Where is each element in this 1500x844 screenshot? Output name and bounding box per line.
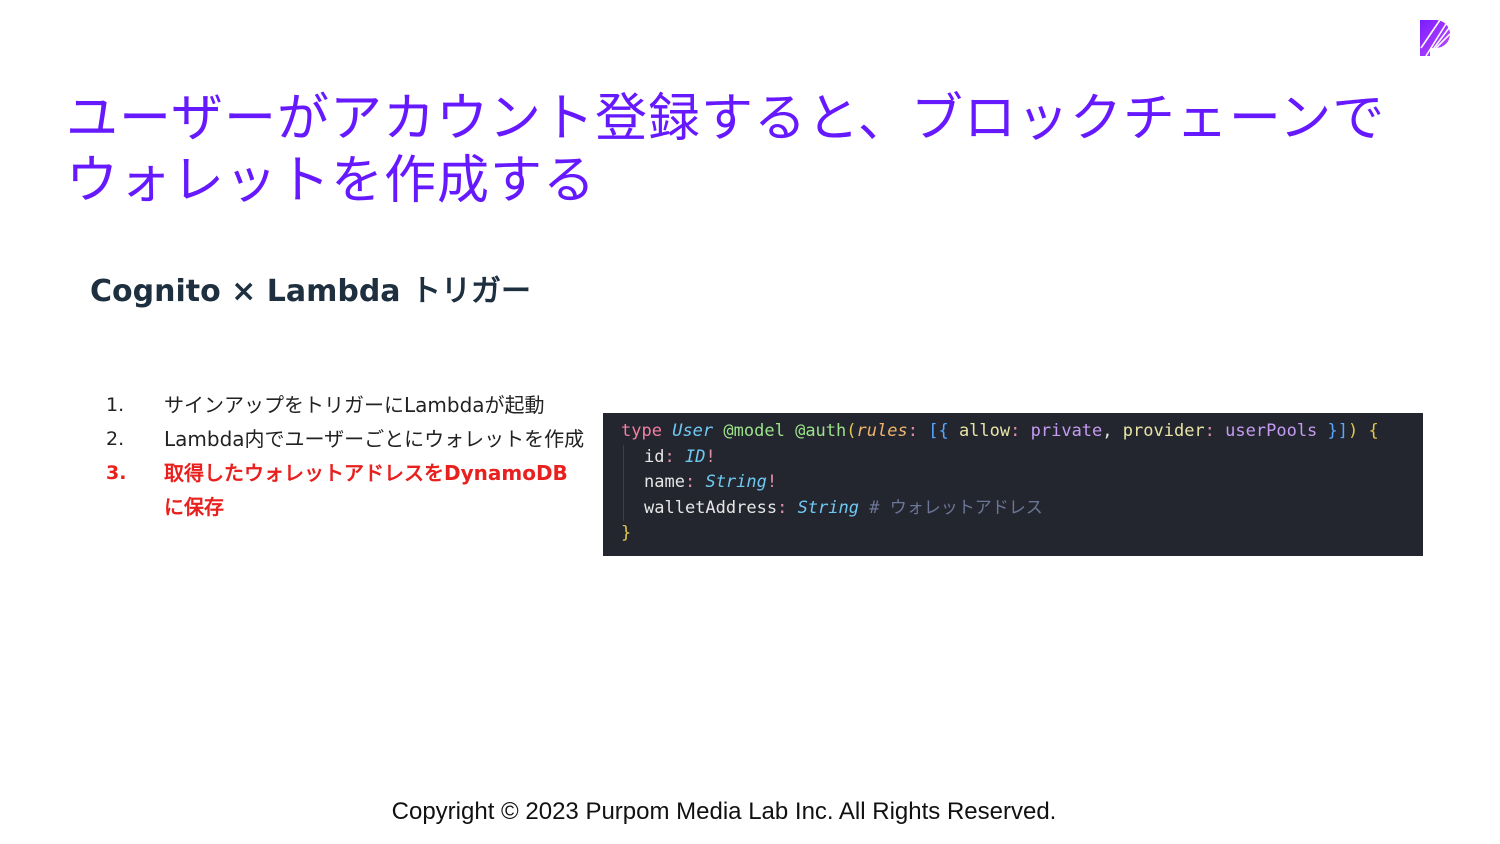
copyright-footer: Copyright © 2023 Purpom Media Lab Inc. A…	[391, 798, 1057, 825]
code-token: !	[766, 472, 778, 492]
code-token: provider	[1122, 421, 1205, 441]
step-item-3: 3. 取得したウォレットアドレスをDynamoDBに保存	[106, 456, 586, 524]
slide-title-line-2: ウォレットを作成する	[66, 151, 597, 211]
steps-list: 1. サインアップをトリガーにLambdaが起動 2. Lambda内でユーザー…	[106, 388, 586, 524]
code-token: allow	[958, 421, 1011, 441]
code-token: :	[907, 421, 918, 441]
code-token: @auth	[795, 421, 847, 441]
code-token: !	[705, 446, 716, 467]
step-text: サインアップをトリガーにLambdaが起動	[164, 393, 545, 417]
code-token: [{	[928, 421, 949, 441]
code-line-5: }	[621, 521, 1405, 547]
code-token: private	[1030, 421, 1103, 441]
purpom-logo-icon	[1420, 19, 1451, 57]
slide-title-line-1: ユーザーがアカウント登録すると、ブロックチェーンで	[66, 89, 1386, 149]
code-line-4: walletAddress: String # ウォレットアドレス	[623, 495, 1405, 521]
code-token: walletAddress	[644, 497, 778, 518]
code-block: type User @model @auth(rules: [{ allow: …	[603, 413, 1423, 556]
code-token: }]	[1327, 421, 1349, 441]
code-token: @model	[723, 421, 785, 441]
code-line-1: type User @model @auth(rules: [{ allow: …	[621, 421, 1379, 441]
step-item-2: 2. Lambda内でユーザーごとにウォレットを作成	[106, 422, 586, 456]
code-token: name	[644, 472, 685, 492]
step-text: 取得したウォレットアドレスをDynamoDBに保存	[164, 461, 568, 519]
code-token: }	[621, 523, 632, 543]
slide-title: ユーザーがアカウント登録すると、ブロックチェーンで ウォレットを作成する	[66, 88, 1426, 212]
step-number: 3.	[106, 462, 127, 484]
code-token: userPools	[1225, 421, 1318, 441]
step-text: Lambda内でユーザーごとにウォレットを作成	[164, 427, 585, 451]
code-token: ,	[1102, 421, 1113, 441]
code-token: )	[1348, 421, 1359, 441]
code-token: String	[705, 472, 767, 492]
code-line-2: id: ID!	[623, 444, 1405, 470]
code-token: ID	[684, 446, 706, 467]
section-subtitle: Cognito × Lambda トリガー	[90, 274, 531, 309]
code-token: :	[664, 446, 675, 467]
code-token: :	[777, 497, 788, 518]
step-item-1: 1. サインアップをトリガーにLambdaが起動	[106, 388, 586, 422]
code-token: User	[672, 421, 714, 441]
step-number: 2.	[106, 428, 125, 450]
code-token: :	[684, 472, 696, 492]
code-token: String	[797, 497, 859, 518]
code-comment: # ウォレットアドレス	[869, 497, 1043, 518]
step-number: 1.	[106, 394, 125, 416]
code-token: rules	[856, 421, 908, 441]
code-line-3: name: String!	[623, 470, 1405, 496]
code-token: (	[846, 421, 857, 441]
code-token: id	[644, 446, 665, 467]
code-token: type	[621, 421, 662, 441]
code-token: {	[1368, 421, 1379, 441]
